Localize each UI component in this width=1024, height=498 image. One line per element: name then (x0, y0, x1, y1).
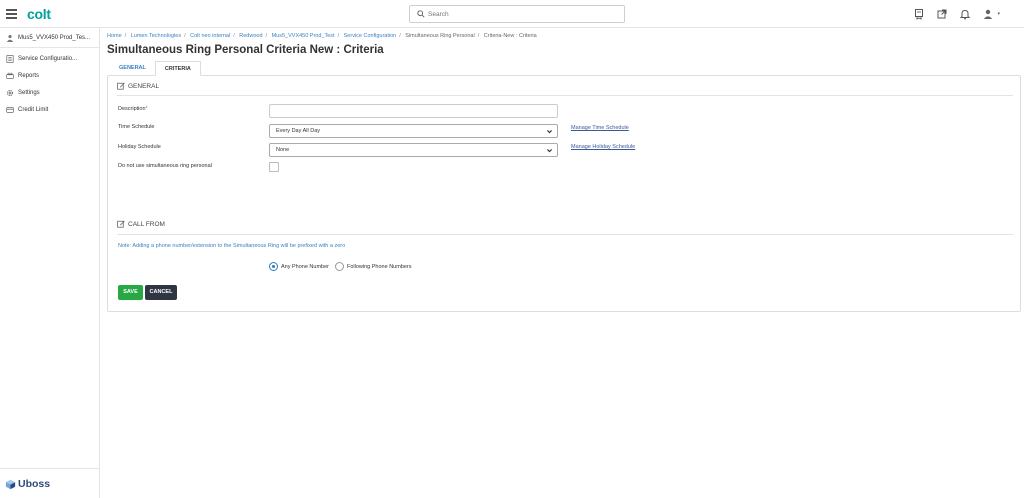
breadcrumb-simultaneous-ring: Simultaneous Ring Personal (405, 33, 475, 39)
main-content: Home / Lumen Technologies / Colt neo inter… (107, 28, 1021, 312)
page-title: Simultaneous Ring Personal Criteria New … (107, 44, 384, 56)
do-not-use-checkbox[interactable] (269, 162, 279, 172)
radio-any-phone-number[interactable]: Any Phone Number (269, 262, 329, 271)
call-from-section-title: CALL FROM (117, 220, 165, 228)
radio-any-label: Any Phone Number (281, 263, 329, 270)
credit-card-icon (6, 106, 14, 113)
sidebar-item-reports[interactable]: Reports (0, 67, 99, 84)
sidebar-footer: Uboss (0, 468, 100, 498)
radio-following-label: Following Phone Numbers (347, 263, 412, 270)
search-box[interactable] (409, 5, 625, 23)
breadcrumb-home[interactable]: Home (107, 33, 122, 39)
holiday-schedule-label: Holiday Schedule (118, 144, 161, 150)
sidebar-item-settings[interactable]: Settings (0, 84, 99, 101)
chevron-down-icon (547, 130, 552, 134)
gear-icon (6, 89, 14, 96)
time-schedule-value: Every Day All Day (276, 128, 321, 134)
breadcrumb-lumen-technologies[interactable]: Lumen Technologies (131, 33, 181, 39)
sidebar-item-service-configuration[interactable]: Service Configuratio... (0, 50, 99, 67)
tab-general[interactable]: GENERAL (110, 61, 155, 76)
sidebar-item-label: Settings (18, 89, 40, 96)
description-label-text: Description (118, 106, 146, 112)
sidebar-item-credit-limit[interactable]: Credit Limit (0, 101, 99, 118)
external-link-icon[interactable] (936, 8, 948, 20)
save-button[interactable]: SAVE (118, 285, 143, 300)
uboss-logo-text: Uboss (18, 478, 51, 490)
breadcrumb-redwood[interactable]: Redwood (239, 33, 262, 39)
breadcrumb: Home / Lumen Technologies / Colt neo inter… (107, 33, 537, 39)
manage-time-schedule-link[interactable]: Manage Time Schedule (571, 125, 629, 131)
breadcrumb-current: Criteria-New : Criteria (483, 33, 537, 39)
user-icon[interactable] (982, 8, 994, 20)
edit-icon (117, 82, 125, 90)
prefix-note: Note: Adding a phone number/extension to… (118, 243, 346, 249)
sidebar-item-account[interactable]: Mus5_VVX450 Prod_Tes... (0, 28, 99, 48)
time-schedule-select[interactable]: Every Day All Day (269, 124, 558, 138)
call-from-radio-group: Any Phone Number Following Phone Numbers (269, 262, 412, 271)
do-not-use-label: Do not use simultaneous ring personal (118, 163, 212, 169)
breadcrumb-colt-neo-internal[interactable]: Colt neo internal (190, 33, 230, 39)
bell-icon[interactable] (959, 8, 971, 20)
radio-following-phone-numbers-control[interactable] (335, 262, 344, 271)
document-list-icon (6, 54, 14, 63)
sidebar: Mus5_VVX450 Prod_Tes... Service Configur… (0, 28, 100, 498)
colt-logo[interactable]: colt (27, 6, 51, 22)
criteria-panel: GENERAL Description* Time Schedule Every… (107, 75, 1021, 312)
reports-icon (6, 72, 14, 79)
breadcrumb-account[interactable]: Mus5_VVX450 Prod_Test (272, 33, 335, 39)
holiday-schedule-value: None (276, 147, 290, 153)
uboss-logo: Uboss (5, 478, 50, 490)
search-icon (417, 10, 425, 18)
sidebar-item-label: Reports (18, 72, 40, 79)
sidebar-item-label: Service Configuratio... (18, 55, 78, 62)
user-icon (6, 34, 14, 42)
edit-icon (117, 220, 125, 228)
section-divider (117, 95, 1013, 96)
tab-bar: GENERAL CRITERIA (107, 61, 1021, 76)
chevron-down-icon (547, 149, 552, 153)
general-section-label: GENERAL (128, 82, 160, 90)
hamburger-menu-icon[interactable] (6, 9, 17, 19)
holiday-schedule-select[interactable]: None (269, 143, 558, 157)
radio-any-phone-number-control[interactable] (269, 262, 278, 271)
manage-holiday-schedule-link[interactable]: Manage Holiday Schedule (571, 144, 635, 150)
user-menu-caret-icon[interactable]: ▾ (997, 11, 1000, 17)
description-input[interactable] (269, 104, 558, 118)
general-section-title: GENERAL (117, 82, 159, 90)
cancel-button[interactable]: CANCEL (145, 285, 177, 300)
top-bar: colt ▾ (0, 0, 1024, 28)
description-field-label: Description* (118, 106, 148, 112)
top-icons: ▾ (913, 8, 1000, 20)
section-divider (117, 234, 1013, 235)
uboss-cube-icon (5, 479, 16, 489)
certificate-icon[interactable] (913, 8, 925, 20)
sidebar-item-label: Credit Limit (18, 106, 49, 113)
tab-criteria[interactable]: CRITERIA (154, 61, 201, 76)
time-schedule-label: Time Schedule (118, 124, 155, 130)
sidebar-item-label: Mus5_VVX450 Prod_Tes... (18, 34, 91, 41)
required-mark: * (145, 106, 148, 112)
breadcrumb-service-configuration[interactable]: Service Configuration (344, 33, 397, 39)
search-input[interactable] (428, 8, 618, 21)
call-from-section-label: CALL FROM (128, 220, 165, 228)
radio-following-phone-numbers[interactable]: Following Phone Numbers (335, 262, 412, 271)
